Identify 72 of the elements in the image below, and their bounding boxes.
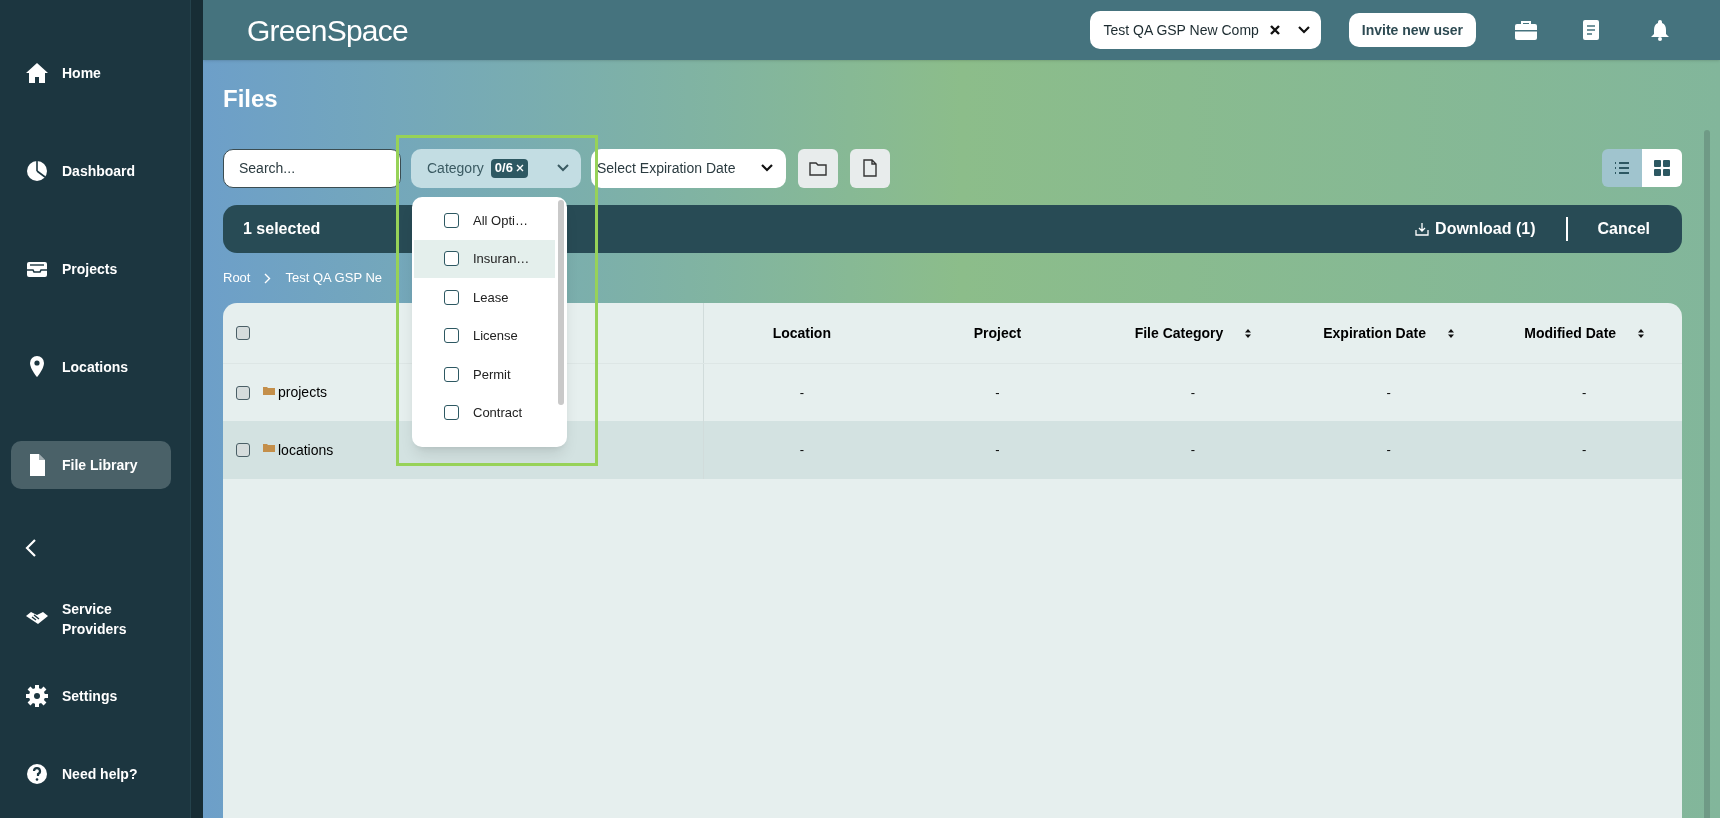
table-cell-text: -	[1582, 441, 1587, 460]
clear-icon[interactable]	[1268, 24, 1281, 36]
page-title: Files	[223, 84, 279, 114]
table-cell-text: -	[799, 383, 804, 402]
sidebar-item[interactable]: Projects	[11, 245, 171, 293]
table-row[interactable]: locations - - - - -	[223, 421, 1682, 479]
column-header[interactable]: File Category	[1134, 322, 1252, 344]
sort-icon[interactable]	[1245, 328, 1252, 338]
list-icon	[1614, 162, 1630, 174]
chevron-down-icon	[760, 163, 774, 173]
grid-icon	[1654, 160, 1670, 176]
cancel-button[interactable]: Cancel	[1597, 217, 1650, 241]
sidebar-item[interactable]: Service Providers	[11, 595, 171, 643]
category-filter[interactable]: Category 0/6	[411, 148, 581, 188]
sidebar-item[interactable]: Dashboard	[11, 147, 171, 195]
download-icon	[1415, 222, 1430, 236]
dropdown-scrollbar[interactable]	[558, 200, 564, 405]
invite-user-button[interactable]: Invite new user	[1348, 13, 1476, 47]
table-cell-text: -	[1582, 383, 1587, 402]
sidebar-item[interactable]: Home	[11, 49, 171, 97]
company-select[interactable]: Test QA GSP New Comp	[1090, 11, 1321, 49]
column-header[interactable]: Expiration Date	[1323, 322, 1454, 344]
file-name[interactable]: projects	[278, 382, 328, 403]
file-icon	[863, 159, 877, 177]
dropdown-option[interactable]: License	[414, 316, 555, 355]
dropdown-option[interactable]: Insuran…	[414, 239, 555, 278]
table-cell-text: -	[799, 441, 804, 460]
grid-view-button[interactable]	[1642, 149, 1682, 187]
settings-icon	[25, 684, 49, 708]
sidebar-item[interactable]: Locations	[11, 343, 171, 391]
table-cell-text: -	[1386, 383, 1391, 402]
home-icon	[25, 61, 49, 85]
checkbox[interactable]	[236, 443, 250, 457]
checkbox[interactable]	[236, 326, 250, 340]
sidebar-item[interactable]: Need help?	[11, 750, 171, 798]
search-field[interactable]: Search...	[223, 148, 401, 188]
count-badge: 0/6	[490, 158, 528, 178]
table-cell-text: -	[1386, 441, 1391, 460]
chevron-down-icon[interactable]	[1296, 25, 1311, 35]
scrollbar[interactable]	[1704, 130, 1710, 818]
briefcase-icon[interactable]	[1514, 19, 1538, 41]
chevron-left-icon[interactable]	[25, 537, 37, 558]
dropdown-option[interactable]: All Opti…	[414, 201, 555, 240]
column-header[interactable]: Modified Date	[1524, 322, 1645, 344]
download-button[interactable]: Download (1)	[1415, 217, 1536, 241]
document-icon[interactable]	[1582, 19, 1600, 41]
dropdown-option[interactable]: Lease	[414, 278, 555, 317]
expiration-date-select[interactable]: Select Expiration Date	[591, 148, 786, 188]
logo: GreenSpace	[247, 12, 408, 49]
folder-icon	[809, 160, 827, 176]
column-header: Project	[973, 323, 1022, 343]
sidebar-item[interactable]: File Library	[11, 441, 171, 489]
column-header: Location	[772, 323, 831, 343]
pie-chart-icon	[25, 159, 49, 183]
table-cell-text: -	[995, 383, 1000, 402]
help-icon	[25, 762, 49, 786]
chevron-right-icon	[264, 272, 272, 284]
chevron-down-icon	[557, 164, 569, 172]
table-cell-text: -	[1190, 441, 1196, 460]
folder-icon	[263, 443, 275, 452]
list-view-button[interactable]	[1602, 149, 1642, 187]
sort-icon[interactable]	[1638, 328, 1645, 338]
sort-icon[interactable]	[1447, 328, 1454, 338]
folder-button[interactable]	[798, 148, 838, 188]
checkbox[interactable]	[236, 385, 250, 400]
file-button[interactable]	[850, 148, 890, 188]
bell-icon[interactable]	[1650, 19, 1670, 41]
sidebar-item[interactable]: Settings	[11, 672, 171, 720]
file-name[interactable]: locations	[278, 439, 334, 461]
table-cell-text: -	[995, 441, 1000, 460]
folder-icon	[263, 385, 275, 395]
table-cell-text: -	[1190, 383, 1196, 402]
